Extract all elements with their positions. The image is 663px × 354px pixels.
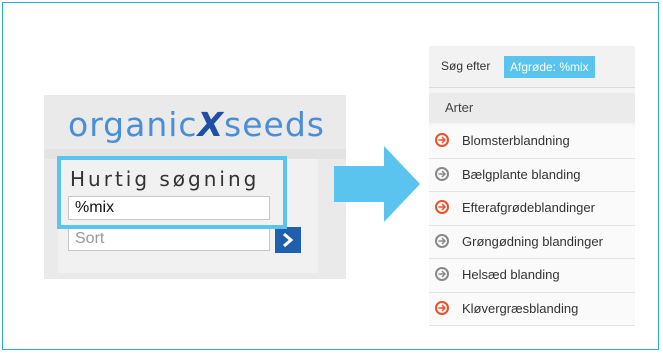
arrow-right-circle-icon <box>435 233 449 248</box>
section-header-arter: Arter <box>429 93 635 123</box>
section-header-label: Arter <box>445 100 474 115</box>
results-list: Blomsterblandning Bælgplante blanding Efte… <box>429 125 635 326</box>
big-arrow-right-icon <box>334 146 420 222</box>
arrow-right-circle-icon <box>435 300 449 315</box>
search-filter-tag[interactable]: Afgrøde: %mix <box>504 56 595 78</box>
list-item[interactable]: Bælgplante blanding <box>429 158 635 192</box>
list-item-label: Helsæd blanding <box>462 267 560 282</box>
arrow-right-circle-icon <box>435 166 449 181</box>
list-item[interactable]: Helsæd blanding <box>429 259 635 293</box>
search-summary-row: Søg efter Afgrøde: %mix <box>429 46 635 88</box>
list-item-label: Grøngødning blandinger <box>462 233 603 249</box>
list-item-label: Bælgplante blanding <box>462 166 581 182</box>
search-for-label: Søg efter <box>441 59 491 73</box>
chevron-right-icon <box>283 232 294 248</box>
logo-text-organic: organic <box>68 105 198 144</box>
search-submit-button[interactable] <box>275 227 301 253</box>
list-item-label: Kløvergræsblanding <box>462 300 579 316</box>
highlight-box <box>57 156 287 229</box>
sort-input[interactable]: Sort <box>68 227 270 251</box>
logo-text-seeds: seeds <box>224 105 325 144</box>
arrow-right-circle-icon <box>435 133 449 147</box>
list-item[interactable]: Efterafgrødeblandinger <box>429 192 635 226</box>
list-item-label: Efterafgrødeblandinger <box>462 200 595 215</box>
organicxseeds-logo: organicXseeds <box>68 105 325 144</box>
logo-text-x: X <box>197 105 225 144</box>
arrow-right-circle-icon <box>435 267 449 281</box>
list-item-label: Blomsterblandning <box>462 133 570 148</box>
arrow-right-circle-icon <box>435 200 449 214</box>
list-item[interactable]: Blomsterblandning <box>429 125 635 159</box>
list-item[interactable]: Kløvergræsblanding <box>429 292 635 326</box>
list-item[interactable]: Grøngødning blandinger <box>429 225 635 259</box>
search-results-panel: Søg efter Afgrøde: %mix Arter Blomsterbl… <box>429 46 635 326</box>
